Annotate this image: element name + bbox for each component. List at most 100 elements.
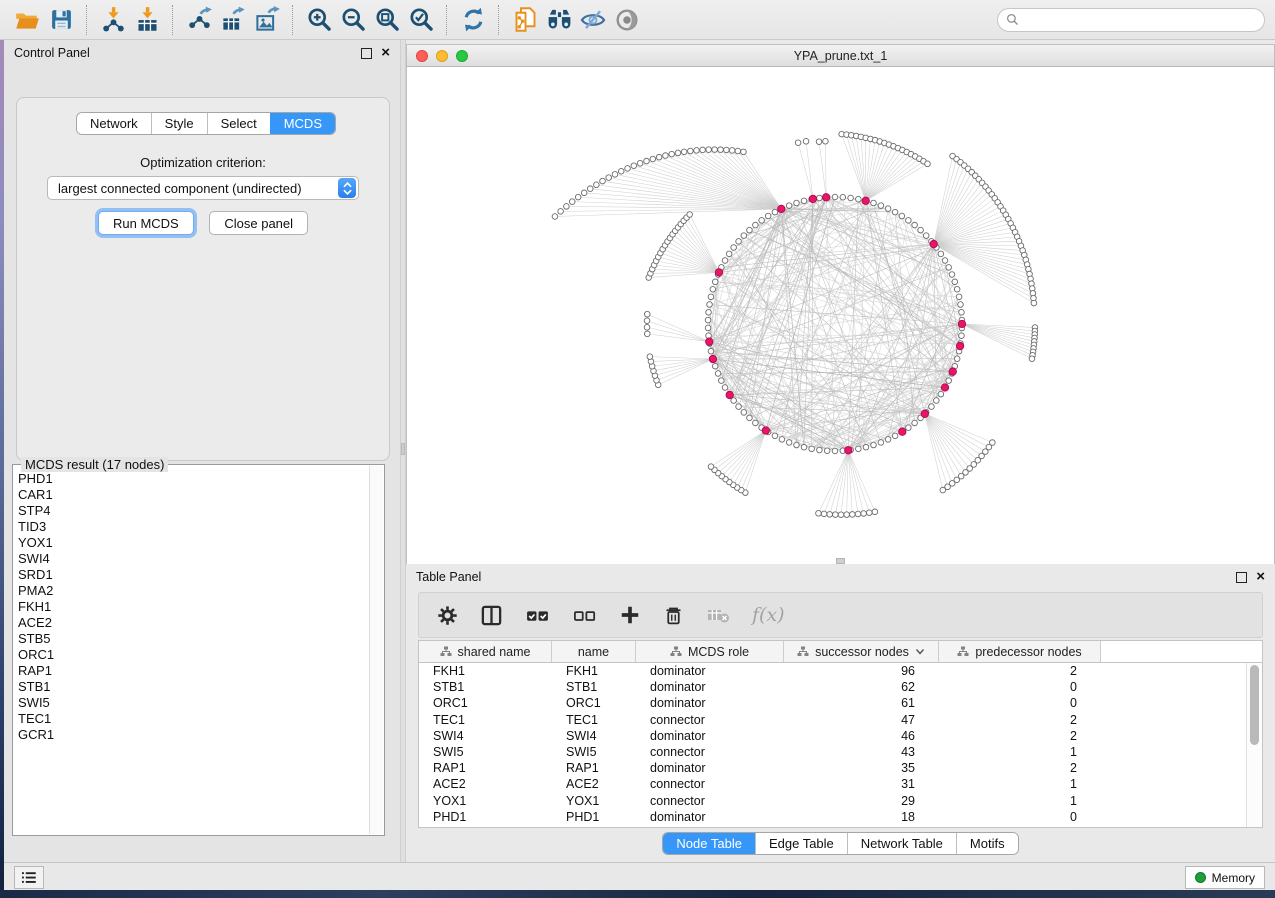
- leaf-node[interactable]: [631, 163, 637, 169]
- ring-node[interactable]: [958, 302, 964, 308]
- mcds-result-item[interactable]: ORC1: [18, 647, 373, 663]
- leaf-node[interactable]: [644, 158, 650, 164]
- memory-button[interactable]: Memory: [1185, 866, 1265, 889]
- scrollbar-thumb[interactable]: [1250, 665, 1259, 745]
- mcds-hub-node[interactable]: [706, 338, 713, 345]
- leaf-node[interactable]: [729, 148, 735, 154]
- ring-node[interactable]: [946, 265, 952, 271]
- cell-predecessor-nodes[interactable]: 0: [939, 696, 1101, 710]
- ring-node[interactable]: [726, 251, 732, 257]
- table-settings-icon[interactable]: [437, 605, 458, 626]
- network-window-titlebar[interactable]: YPA_prune.txt_1: [407, 45, 1274, 67]
- import-table-button[interactable]: [130, 4, 164, 36]
- ring-node[interactable]: [885, 206, 891, 212]
- leaf-node[interactable]: [940, 487, 946, 493]
- leaf-node[interactable]: [637, 160, 643, 166]
- leaf-node[interactable]: [647, 354, 653, 360]
- mcds-hub-node[interactable]: [921, 410, 928, 417]
- cell-successor-nodes[interactable]: 96: [784, 664, 939, 678]
- ring-node[interactable]: [707, 302, 713, 308]
- leaf-node[interactable]: [1031, 300, 1037, 306]
- ring-node[interactable]: [772, 433, 778, 439]
- cell-predecessor-nodes[interactable]: 2: [939, 713, 1101, 727]
- leaf-node[interactable]: [552, 214, 558, 220]
- leaf-node[interactable]: [833, 512, 839, 518]
- leaf-node[interactable]: [838, 512, 844, 518]
- export-table-button[interactable]: [216, 4, 250, 36]
- leaf-node[interactable]: [656, 154, 662, 160]
- leaf-node[interactable]: [850, 512, 856, 518]
- ring-node[interactable]: [954, 286, 960, 292]
- ring-node[interactable]: [708, 294, 714, 300]
- ring-node[interactable]: [809, 446, 815, 452]
- float-window-icon[interactable]: [1236, 572, 1247, 583]
- leaf-node[interactable]: [644, 331, 650, 337]
- leaf-node[interactable]: [669, 151, 675, 157]
- cell-shared-name[interactable]: ACE2: [419, 777, 552, 791]
- cell-shared-name[interactable]: PHD1: [419, 810, 552, 824]
- cell-predecessor-nodes[interactable]: 1: [939, 745, 1101, 759]
- column-header-MCDS-role[interactable]: MCDS role: [636, 641, 784, 662]
- table-row[interactable]: RAP1RAP1dominator352: [419, 760, 1262, 776]
- tab-network-table[interactable]: Network Table: [847, 833, 956, 854]
- mcds-hub-node[interactable]: [941, 384, 948, 391]
- ring-node[interactable]: [710, 286, 716, 292]
- horizontal-splitter-handle[interactable]: [836, 558, 845, 564]
- tab-node-table[interactable]: Node Table: [663, 833, 755, 854]
- cell-successor-nodes[interactable]: 47: [784, 713, 939, 727]
- tab-style[interactable]: Style: [151, 113, 207, 134]
- leaf-node[interactable]: [741, 149, 747, 155]
- tab-motifs[interactable]: Motifs: [956, 833, 1018, 854]
- leaf-node[interactable]: [575, 194, 581, 200]
- mcds-hub-node[interactable]: [762, 427, 769, 434]
- mcds-result-item[interactable]: RAP1: [18, 663, 373, 679]
- ring-node[interactable]: [892, 433, 898, 439]
- cell-name[interactable]: SWI4: [552, 729, 636, 743]
- apply-layout-button[interactable]: [456, 4, 490, 36]
- table-row[interactable]: SWI5SWI5connector431: [419, 744, 1262, 760]
- ring-node[interactable]: [899, 213, 905, 219]
- open-session-button[interactable]: [10, 4, 44, 36]
- mcds-result-item[interactable]: CAR1: [18, 487, 373, 503]
- cell-MCDS-role[interactable]: connector: [636, 713, 784, 727]
- ring-node[interactable]: [938, 391, 944, 397]
- leaf-node[interactable]: [688, 148, 694, 154]
- zoom-in-button[interactable]: [302, 4, 336, 36]
- cell-name[interactable]: YOX1: [552, 794, 636, 808]
- table-row[interactable]: ORC1ORC1dominator610: [419, 695, 1262, 711]
- show-columns-icon[interactable]: [480, 604, 503, 627]
- ring-node[interactable]: [801, 444, 807, 450]
- leaf-node[interactable]: [821, 511, 827, 517]
- network-graph-canvas[interactable]: [407, 67, 1274, 564]
- tab-edge-table[interactable]: Edge Table: [755, 833, 847, 854]
- ring-node[interactable]: [753, 222, 759, 228]
- cell-name[interactable]: RAP1: [552, 761, 636, 775]
- column-header-successor-nodes[interactable]: successor nodes: [784, 641, 939, 662]
- mcds-hub-node[interactable]: [845, 447, 852, 454]
- mcds-result-item[interactable]: GCR1: [18, 727, 373, 743]
- cell-successor-nodes[interactable]: 18: [784, 810, 939, 824]
- zoom-out-button[interactable]: [336, 4, 370, 36]
- cell-MCDS-role[interactable]: connector: [636, 794, 784, 808]
- mcds-hub-node[interactable]: [956, 342, 963, 349]
- mcds-result-item[interactable]: FKH1: [18, 599, 373, 615]
- mcds-result-item[interactable]: STP4: [18, 503, 373, 519]
- search-input[interactable]: [1024, 12, 1256, 28]
- cell-shared-name[interactable]: FKH1: [419, 664, 552, 678]
- ring-node[interactable]: [706, 309, 712, 315]
- ring-node[interactable]: [786, 440, 792, 446]
- mcds-result-item[interactable]: ACE2: [18, 615, 373, 631]
- cell-name[interactable]: TEC1: [552, 713, 636, 727]
- ring-node[interactable]: [906, 425, 912, 431]
- leaf-node[interactable]: [644, 311, 650, 317]
- leaf-node[interactable]: [861, 511, 867, 517]
- mcds-result-item[interactable]: PHD1: [18, 471, 373, 487]
- ring-node[interactable]: [736, 404, 742, 410]
- zoom-fit-button[interactable]: [370, 4, 404, 36]
- cell-predecessor-nodes[interactable]: 2: [939, 729, 1101, 743]
- ring-node[interactable]: [832, 448, 838, 454]
- find-button[interactable]: [542, 4, 576, 36]
- mcds-result-item[interactable]: YOX1: [18, 535, 373, 551]
- cell-successor-nodes[interactable]: 62: [784, 680, 939, 694]
- leaf-node[interactable]: [795, 140, 801, 146]
